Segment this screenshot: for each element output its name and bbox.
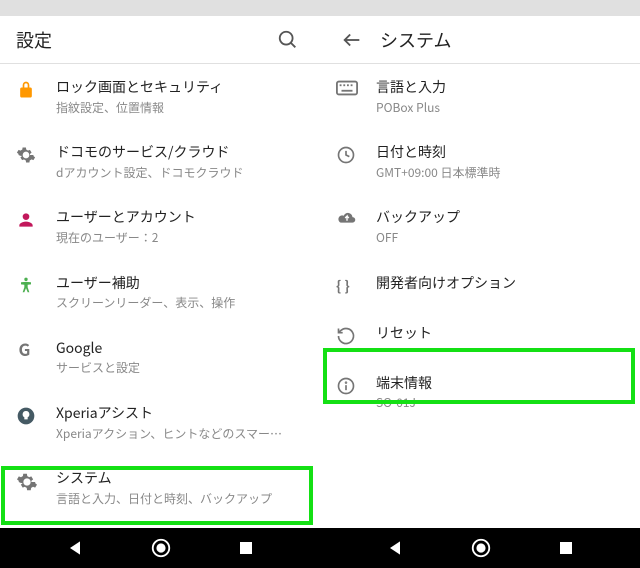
- row-sub: POBox Plus: [376, 100, 624, 116]
- row-about-phone[interactable]: 端末情報SO-01J: [320, 360, 640, 425]
- row-title: システム: [56, 469, 304, 489]
- nav-home-icon[interactable]: [470, 537, 492, 559]
- keyboard-icon: [336, 80, 358, 96]
- settings-list: ロック画面とセキュリティ指紋設定、位置情報 ドコモのサービス/クラウド dアカウン…: [0, 64, 320, 526]
- google-icon: G: [16, 341, 36, 361]
- reset-icon: [336, 326, 356, 346]
- row-sub: 指紋設定、位置情報: [56, 100, 304, 116]
- nav-bar: [0, 528, 640, 568]
- row-title: 端末情報: [376, 374, 624, 394]
- nav-back-icon[interactable]: [385, 538, 405, 558]
- row-title: Xperiaアシスト: [56, 404, 304, 424]
- row-title: ユーザーとアカウント: [56, 208, 304, 228]
- row-sub: GMT+09:00 日本標準時: [376, 165, 624, 181]
- bulb-icon: [16, 406, 36, 426]
- row-title: ユーザー補助: [56, 274, 304, 294]
- row-language-input[interactable]: 言語と入力 POBox Plus: [320, 64, 640, 129]
- row-title: ロック画面とセキュリティ: [56, 78, 304, 98]
- system-gear-icon: [16, 471, 38, 493]
- row-lock-security[interactable]: ロック画面とセキュリティ指紋設定、位置情報: [0, 64, 320, 129]
- row-sub: dアカウント設定、ドコモクラウド: [56, 165, 304, 181]
- row-title: Google: [56, 339, 304, 359]
- row-google[interactable]: G Googleサービスと設定: [0, 325, 320, 390]
- row-developer-options[interactable]: { } 開発者向けオプション: [320, 260, 640, 310]
- settings-pane: 設定 ロック画面とセキュリティ指紋設定、位置情報 ドコモのサービス/クラウド dア…: [0, 0, 320, 568]
- clock-icon: [336, 145, 356, 165]
- row-date-time[interactable]: 日付と時刻 GMT+09:00 日本標準時: [320, 129, 640, 194]
- nav-back-icon[interactable]: [65, 538, 85, 558]
- row-docomo[interactable]: ドコモのサービス/クラウド dアカウント設定、ドコモクラウド: [0, 129, 320, 194]
- row-reset[interactable]: リセット: [320, 310, 640, 360]
- row-title: 開発者向けオプション: [376, 274, 624, 294]
- nav-home-icon[interactable]: [150, 537, 172, 559]
- system-pane: システム 言語と入力 POBox Plus 日付と時刻 GMT+09:00 日本標準…: [320, 0, 640, 568]
- row-sub: サービスと設定: [56, 360, 304, 376]
- row-title: バックアップ: [376, 208, 624, 228]
- row-backup[interactable]: バックアップ OFF: [320, 194, 640, 259]
- lock-icon: [16, 80, 36, 100]
- row-title: ドコモのサービス/クラウド: [56, 143, 304, 163]
- row-sub: Xperiaアクション、ヒントなどのスマー…: [56, 426, 304, 442]
- page-title: システム: [380, 27, 624, 53]
- row-users-accounts[interactable]: ユーザーとアカウント現在のユーザー：2: [0, 194, 320, 259]
- system-list: 言語と入力 POBox Plus 日付と時刻 GMT+09:00 日本標準時 バック…: [320, 64, 640, 425]
- search-icon[interactable]: [272, 24, 304, 56]
- app-bar-left: 設定: [0, 16, 320, 64]
- cloud-icon: [336, 210, 358, 226]
- row-title: 言語と入力: [376, 78, 624, 98]
- info-icon: [336, 376, 356, 396]
- accessibility-icon: [16, 276, 36, 296]
- row-sub: 言語と入力、日付と時刻、バックアップ: [56, 491, 304, 507]
- nav-recent-icon[interactable]: [237, 539, 255, 557]
- status-bar: [320, 0, 640, 16]
- row-accessibility[interactable]: ユーザー補助スクリーンリーダー、表示、操作: [0, 260, 320, 325]
- braces-icon: { }: [336, 276, 350, 296]
- row-title: 日付と時刻: [376, 143, 624, 163]
- user-icon: [16, 210, 36, 230]
- back-icon[interactable]: [336, 24, 368, 56]
- nav-recent-icon[interactable]: [557, 539, 575, 557]
- row-sub: 現在のユーザー：2: [56, 230, 304, 246]
- app-bar-right: システム: [320, 16, 640, 64]
- row-system[interactable]: システム言語と入力、日付と時刻、バックアップ: [0, 455, 320, 526]
- page-title: 設定: [16, 27, 272, 53]
- row-sub: スクリーンリーダー、表示、操作: [56, 295, 304, 311]
- status-bar: [0, 0, 320, 16]
- gear-icon: [16, 145, 36, 165]
- svg-text:G: G: [19, 341, 31, 361]
- row-title: リセット: [376, 324, 624, 344]
- row-xperia-assist[interactable]: Xperiaアシスト Xperiaアクション、ヒントなどのスマー…: [0, 390, 320, 455]
- row-sub: OFF: [376, 230, 624, 246]
- row-sub: SO-01J: [376, 395, 624, 411]
